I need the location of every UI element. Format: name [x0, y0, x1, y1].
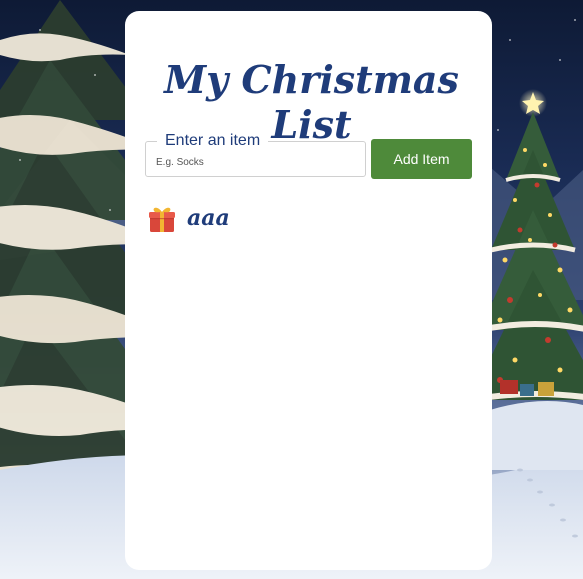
- page-background: My Christmas List Enter an item Add Item…: [0, 0, 583, 579]
- item-input[interactable]: [146, 151, 366, 173]
- list-item-label: aaa: [187, 205, 230, 231]
- christmas-item-list: aaa: [147, 203, 467, 235]
- add-item-button[interactable]: Add Item: [371, 139, 472, 179]
- gift-icon: [149, 207, 175, 232]
- christmas-list-card: My Christmas List Enter an item Add Item…: [125, 11, 492, 570]
- item-input-legend: Enter an item: [157, 132, 269, 150]
- list-item: aaa: [147, 203, 467, 235]
